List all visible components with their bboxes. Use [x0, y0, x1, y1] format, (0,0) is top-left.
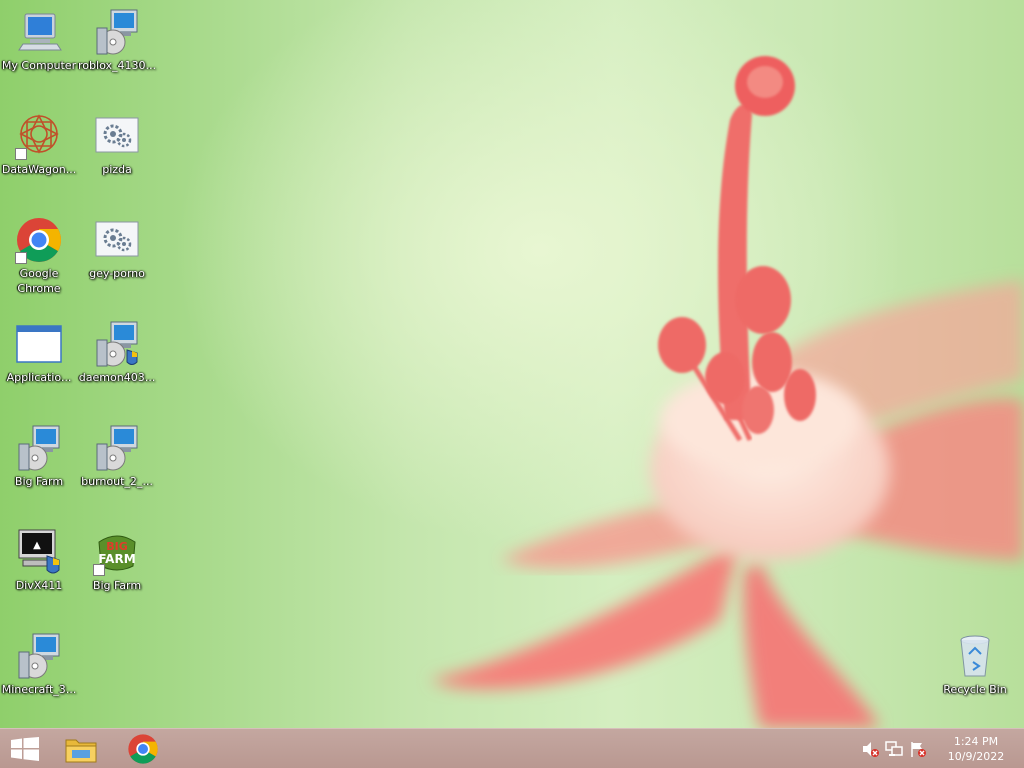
- desktop-icon-label: Minecraft_3...: [1, 683, 77, 696]
- desktop-icon-gey-porno[interactable]: gey-porno: [78, 216, 156, 281]
- clock[interactable]: 1:24 PM 10/9/2022: [934, 734, 1018, 764]
- installer-icon: [93, 8, 141, 56]
- taskbar: 1:24 PM 10/9/2022: [0, 728, 1024, 768]
- desktop-icon-google-chrome[interactable]: Google Chrome: [0, 216, 78, 296]
- system-tray: 1:24 PM 10/9/2022: [858, 729, 1024, 768]
- action-center-flag-icon[interactable]: [909, 740, 927, 758]
- clock-time: 1:24 PM: [953, 734, 999, 748]
- settings-file-icon: [93, 216, 141, 264]
- start-button[interactable]: [0, 729, 50, 768]
- desktop-icon-label: Google Chrome: [17, 267, 61, 295]
- desktop-icon-label: burnout_2_...: [81, 475, 153, 488]
- desktop-icon-burnout[interactable]: burnout_2_...: [78, 424, 156, 489]
- chrome-icon: [15, 216, 63, 264]
- desktop-icon-label: My Computer: [1, 59, 77, 72]
- installer-icon: [15, 632, 63, 680]
- desktop-icon-minecraft[interactable]: Minecraft_3...: [0, 632, 78, 697]
- desktop[interactable]: My Computer DataWagon... Google Chrome A…: [0, 0, 1024, 728]
- desktop-icon-big-farm-installer[interactable]: Big Farm: [0, 424, 78, 489]
- computer-icon: [15, 8, 63, 56]
- desktop-icon-label: Applicatio...: [6, 371, 72, 384]
- taskbar-chrome-button[interactable]: [118, 729, 168, 768]
- desktop-icon-datawagon[interactable]: DataWagon...: [0, 112, 78, 177]
- desktop-icon-recycle-bin[interactable]: Recycle Bin: [936, 632, 1014, 697]
- shortcut-arrow-icon: [15, 148, 27, 160]
- network-icon[interactable]: [885, 740, 903, 758]
- desktop-icon-daemon[interactable]: daemon403...: [78, 320, 156, 385]
- desktop-icon-label: pizda: [102, 163, 132, 176]
- shortcut-arrow-icon: [15, 252, 27, 264]
- desktop-icon-my-computer[interactable]: My Computer: [0, 8, 78, 73]
- svg-text:▲: ▲: [33, 540, 41, 551]
- installer-icon: [93, 320, 141, 368]
- divx-installer-icon: ▲: [15, 528, 63, 576]
- application-window-icon: [15, 320, 63, 368]
- speaker-muted-icon[interactable]: [861, 740, 879, 758]
- desktop-icon-label: Recycle Bin: [943, 683, 1007, 696]
- clock-date: 10/9/2022: [947, 749, 1005, 763]
- chrome-icon: [128, 733, 158, 764]
- desktop-icon-divx411[interactable]: ▲ DivX411: [0, 528, 78, 593]
- taskbar-file-explorer-button[interactable]: [56, 729, 106, 768]
- desktop-icon-label: Big Farm: [92, 579, 142, 592]
- desktop-icon-label: gey-porno: [89, 267, 145, 280]
- windows-logo-icon: [11, 736, 39, 761]
- desktop-icon-label: Big Farm: [14, 475, 64, 488]
- installer-icon: [15, 424, 63, 472]
- desktop-icon-label: roblox_4130...: [78, 59, 156, 72]
- recycle-bin-icon: [951, 632, 999, 680]
- desktop-icon-big-farm[interactable]: BIG FARM Big Farm: [78, 528, 156, 593]
- desktop-icon-roblox[interactable]: roblox_4130...: [78, 8, 156, 73]
- installer-icon: [93, 424, 141, 472]
- desktop-icon-label: daemon403...: [78, 371, 156, 384]
- shortcut-arrow-icon: [93, 564, 105, 576]
- settings-file-icon: [93, 112, 141, 160]
- datawagon-icon: [15, 112, 63, 160]
- desktop-icon-pizda[interactable]: pizda: [78, 112, 156, 177]
- desktop-icon-application[interactable]: Applicatio...: [0, 320, 78, 385]
- bigfarm-icon: BIG FARM: [93, 528, 141, 576]
- desktop-icon-label: DivX411: [15, 579, 63, 592]
- desktop-icon-label: DataWagon...: [1, 163, 77, 176]
- file-explorer-icon: [65, 739, 97, 762]
